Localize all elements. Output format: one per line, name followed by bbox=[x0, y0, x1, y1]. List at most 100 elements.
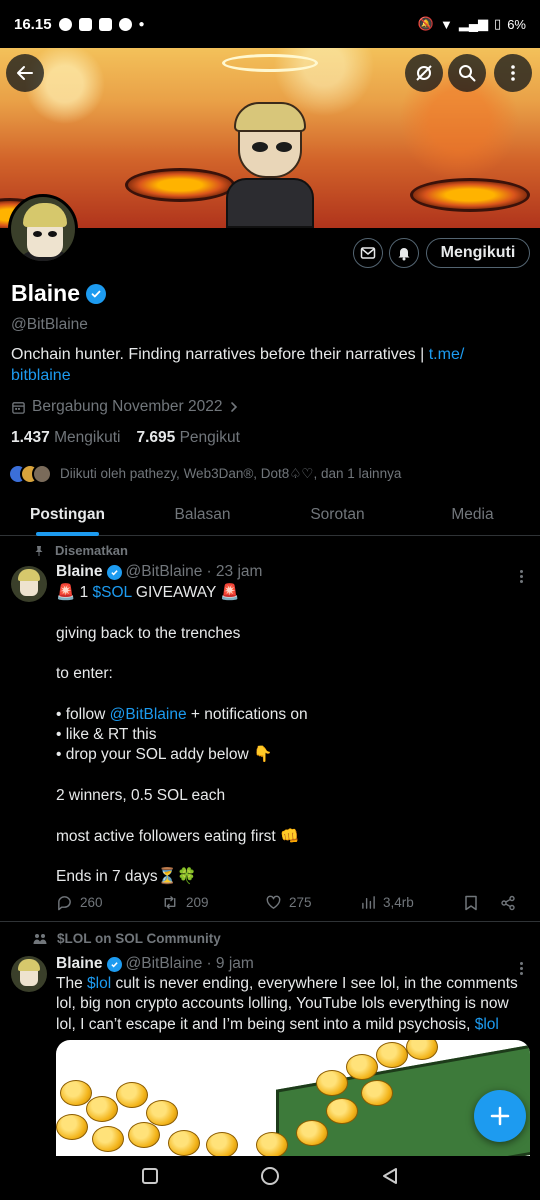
post-line: to enter: bbox=[56, 665, 113, 683]
cashtag-link[interactable]: $SOL bbox=[93, 584, 132, 601]
profile-name: Blaine bbox=[11, 280, 81, 306]
post-author-name[interactable]: Blaine bbox=[56, 563, 103, 581]
profile-name-row: Blaine bbox=[11, 280, 107, 307]
post-time: · 9 jam bbox=[206, 955, 254, 972]
signal-icon: ▂▄▆ bbox=[458, 16, 489, 31]
reply-button[interactable]: 260 bbox=[56, 894, 161, 911]
joined-date-row[interactable]: Bergabung November 2022 bbox=[11, 398, 240, 416]
like-count: 275 bbox=[289, 895, 312, 910]
verified-badge-icon bbox=[106, 956, 122, 972]
system-navigation-bar bbox=[0, 1156, 540, 1200]
post-author-handle[interactable]: @BitBlaine bbox=[126, 955, 203, 973]
post-more-icon[interactable] bbox=[518, 570, 524, 583]
search-button[interactable] bbox=[448, 54, 486, 92]
mute-icon: 🔕 bbox=[417, 16, 434, 31]
home-circle-icon bbox=[260, 1166, 279, 1185]
followed-by-row[interactable]: Diikuti oleh pathezy, Web3Dan®, Dot8♤♡, … bbox=[8, 464, 401, 484]
post-divider bbox=[0, 921, 540, 922]
tab-replies[interactable]: Balasan bbox=[135, 494, 270, 535]
post-line: 2 winners, 0.5 SOL each bbox=[56, 786, 226, 804]
banner-character bbox=[220, 102, 320, 228]
envelope-icon bbox=[360, 247, 376, 259]
back-nav-button[interactable] bbox=[381, 1167, 399, 1190]
tab-media[interactable]: Media bbox=[405, 494, 540, 535]
whatsapp-icon bbox=[118, 17, 132, 31]
followers-stat[interactable]: 7.695 Pengikut bbox=[136, 429, 239, 447]
profile-avatar[interactable] bbox=[8, 194, 78, 264]
kebab-menu-icon bbox=[511, 65, 515, 81]
post-actions: 260 209 275 3,4rb bbox=[56, 894, 526, 911]
views-count: 3,4rb bbox=[383, 895, 414, 910]
reply-count: 260 bbox=[80, 895, 103, 910]
reply-icon bbox=[58, 896, 71, 911]
community-icon bbox=[33, 933, 47, 944]
home-button[interactable] bbox=[260, 1166, 280, 1191]
post-line: • like & RT this bbox=[56, 726, 157, 744]
back-button[interactable] bbox=[6, 54, 44, 92]
post-line: most active followers eating first 👊 bbox=[56, 827, 300, 845]
bookmark-button[interactable] bbox=[464, 895, 500, 911]
bell-icon bbox=[398, 248, 410, 261]
follow-counts: 1.437 Mengikuti 7.695 Pengikut bbox=[11, 429, 240, 447]
notifications-button[interactable] bbox=[389, 238, 419, 268]
post-header: Blaine @BitBlaine · 23 jam bbox=[56, 563, 262, 581]
like-button[interactable]: 275 bbox=[265, 894, 361, 911]
message-button[interactable] bbox=[353, 238, 383, 268]
more-options-button[interactable] bbox=[494, 54, 532, 92]
post-image[interactable] bbox=[56, 1040, 530, 1156]
profile-tabs: Postingan Balasan Sorotan Media bbox=[0, 494, 540, 536]
followers-label: Pengikut bbox=[179, 429, 240, 446]
repost-count: 209 bbox=[186, 895, 209, 910]
following-button[interactable]: Mengikuti bbox=[426, 238, 530, 268]
recents-square-icon bbox=[141, 1167, 158, 1184]
bio-text: Onchain hunter. Finding narratives befor… bbox=[11, 346, 429, 363]
battery-icon: ▯ bbox=[494, 16, 502, 31]
joined-date: Bergabung November 2022 bbox=[32, 398, 223, 415]
views-button[interactable]: 3,4rb bbox=[361, 895, 464, 910]
post-author-avatar[interactable] bbox=[11, 566, 47, 602]
bio-link[interactable]: t.me/ bbox=[429, 346, 465, 363]
share-button[interactable] bbox=[500, 895, 516, 911]
battery-level: 6% bbox=[507, 16, 526, 32]
visibility-button[interactable] bbox=[405, 54, 443, 92]
chevron-right-icon bbox=[231, 402, 238, 412]
back-triangle-icon bbox=[383, 1167, 398, 1184]
verified-badge-icon[interactable] bbox=[86, 283, 107, 304]
pinned-label: Disematkan bbox=[33, 543, 128, 558]
followed-by-text: Diikuti oleh pathezy, Web3Dan®, Dot8♤♡, … bbox=[60, 466, 402, 481]
status-time: 16.15 bbox=[14, 15, 52, 33]
post-line: giving back to the trenches bbox=[56, 624, 241, 642]
messenger-icon bbox=[58, 17, 72, 31]
follower-avatars bbox=[8, 464, 52, 484]
compose-button[interactable] bbox=[474, 1090, 526, 1142]
cashtag-link[interactable]: $lol bbox=[87, 975, 111, 992]
facebook-icon bbox=[78, 17, 92, 31]
pin-icon bbox=[35, 545, 43, 556]
repost-button[interactable]: 209 bbox=[161, 894, 265, 911]
post-header: Blaine @BitBlaine · 9 jam bbox=[56, 955, 254, 973]
post-line: 🚨 1 $SOL GIVEAWAY 🚨 bbox=[56, 584, 240, 601]
followers-count: 7.695 bbox=[136, 429, 176, 446]
tab-highlights[interactable]: Sorotan bbox=[270, 494, 405, 535]
post-time: · 23 jam bbox=[206, 563, 263, 580]
mention-link[interactable]: @BitBlaine bbox=[110, 706, 187, 723]
post-author-avatar[interactable] bbox=[11, 956, 47, 992]
post-line: • drop your SOL addy below 👇 bbox=[56, 746, 273, 764]
recents-button[interactable] bbox=[141, 1167, 159, 1190]
eye-off-icon bbox=[416, 65, 432, 81]
post-line: Ends in 7 days⏳🍀 bbox=[56, 868, 197, 886]
community-name: $LOL on SOL Community bbox=[57, 931, 221, 946]
profile-bio: Onchain hunter. Finding narratives befor… bbox=[11, 344, 511, 386]
following-stat[interactable]: 1.437 Mengikuti bbox=[11, 429, 120, 447]
bio-link-continued[interactable]: bitblaine bbox=[11, 367, 71, 384]
tab-posts[interactable]: Postingan bbox=[0, 494, 135, 536]
following-label: Mengikuti bbox=[54, 429, 121, 446]
wifi-icon: ▼ bbox=[439, 16, 453, 32]
post-body: The $lol cult is never ending, everywher… bbox=[56, 975, 518, 1033]
community-label[interactable]: $LOL on SOL Community bbox=[33, 931, 221, 946]
post-line: • follow @BitBlaine + notifications on bbox=[56, 705, 308, 723]
post-author-name[interactable]: Blaine bbox=[56, 955, 103, 973]
cashtag-link[interactable]: $lol bbox=[475, 1016, 499, 1033]
post-author-handle[interactable]: @BitBlaine bbox=[126, 563, 203, 581]
views-chart-icon bbox=[362, 896, 375, 909]
